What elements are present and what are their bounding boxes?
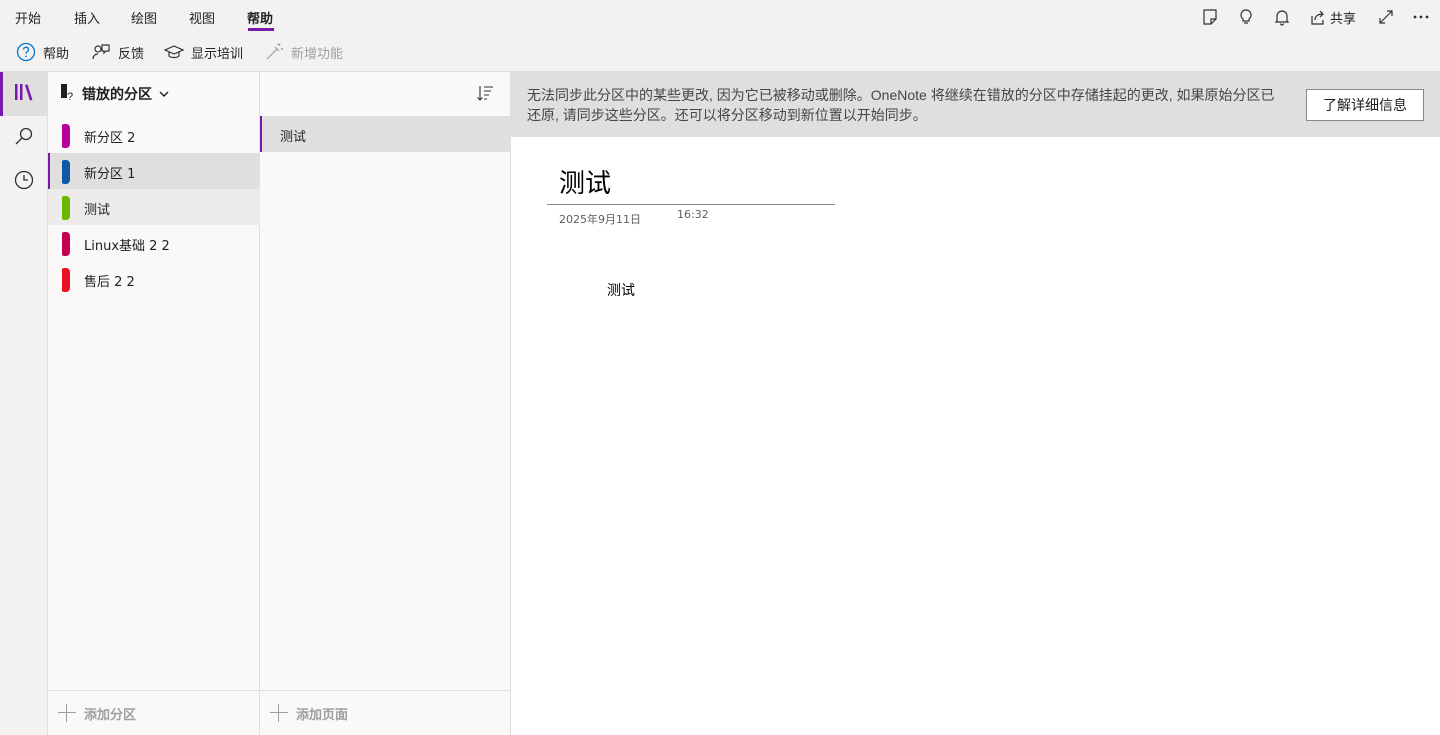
section-label: 新分区 1 xyxy=(84,167,136,182)
section-item[interactable]: 新分区 1 xyxy=(48,153,260,189)
sticky-notes-icon[interactable] xyxy=(1198,5,1222,29)
chevron-down-icon xyxy=(158,88,170,100)
tab-view[interactable]: 视图 xyxy=(189,8,215,27)
add-section-button[interactable]: 添加分区 xyxy=(48,690,259,735)
navigation-rail xyxy=(0,72,48,735)
section-color-tab xyxy=(62,160,70,184)
add-section-label: 添加分区 xyxy=(84,707,137,723)
recent-notes-button[interactable] xyxy=(0,160,48,204)
help-circle-icon xyxy=(15,41,37,63)
page-label: 测试 xyxy=(280,130,307,145)
ribbon-command-bar: 帮助 反馈 显示培训 新增功能 xyxy=(0,34,1440,72)
add-page-button[interactable]: 添加页面 xyxy=(260,690,510,735)
share-button-label[interactable]: 共享 xyxy=(1330,8,1356,27)
section-label: Linux基础 2 2 xyxy=(84,239,170,254)
magic-wand-icon xyxy=(263,41,285,63)
title-divider xyxy=(547,204,835,205)
training-label: 显示培训 xyxy=(191,46,244,62)
note-text[interactable]: 测试 xyxy=(607,280,635,300)
feedback-label: 反馈 xyxy=(118,46,145,62)
page-list-pane: 测试 添加页面 xyxy=(260,72,511,735)
notebook-title: 错放的分区 xyxy=(82,87,152,103)
notebooks-button[interactable] xyxy=(0,72,48,116)
lightbulb-icon[interactable] xyxy=(1234,5,1258,29)
section-label: 测试 xyxy=(84,203,111,218)
share-icon[interactable] xyxy=(1306,5,1330,29)
plus-icon xyxy=(58,704,76,722)
section-list-pane: ? 错放的分区 新分区 2 新分区 1 测试 Linux基础 2 2 售后 2 … xyxy=(48,72,260,735)
page-canvas[interactable]: 测试 2025年9月11日 16:32 测试 xyxy=(511,137,1440,735)
plus-icon xyxy=(270,704,288,722)
page-time: 16:32 xyxy=(677,208,709,221)
sort-icon xyxy=(476,84,494,106)
sort-button[interactable] xyxy=(474,84,496,106)
learn-more-button[interactable]: 了解详细信息 xyxy=(1306,89,1424,121)
section-item[interactable]: 售后 2 2 xyxy=(48,261,260,297)
tab-home[interactable]: 开始 xyxy=(15,8,41,27)
notebooks-icon xyxy=(14,83,34,105)
notebook-picker[interactable]: ? 错放的分区 xyxy=(48,72,260,116)
graduation-cap-icon xyxy=(163,41,185,63)
page-title[interactable]: 测试 xyxy=(559,163,611,200)
section-label: 新分区 2 xyxy=(84,131,136,146)
sync-warning-message: 无法同步此分区中的某些更改, 因为它已被移动或删除。OneNote 将继续在错放… xyxy=(527,87,1275,123)
section-item[interactable]: Linux基础 2 2 xyxy=(48,225,260,261)
section-color-tab xyxy=(62,196,70,220)
page-item[interactable]: 测试 xyxy=(260,116,510,152)
active-tab-indicator xyxy=(248,28,274,31)
svg-text:?: ? xyxy=(67,91,73,101)
bell-icon[interactable] xyxy=(1270,5,1294,29)
section-color-tab xyxy=(62,232,70,256)
page-date: 2025年9月11日 xyxy=(559,213,641,226)
help-label: 帮助 xyxy=(43,46,70,62)
sync-warning-bar: 无法同步此分区中的某些更改, 因为它已被移动或删除。OneNote 将继续在错放… xyxy=(511,72,1440,137)
section-color-tab xyxy=(62,124,70,148)
more-options-icon[interactable] xyxy=(1409,5,1433,29)
misplaced-notebook-icon: ? xyxy=(60,83,76,105)
tab-insert[interactable]: 插入 xyxy=(74,8,100,27)
whats-new-label: 新增功能 xyxy=(291,46,344,62)
feedback-button[interactable]: 反馈 xyxy=(90,40,144,64)
add-page-label: 添加页面 xyxy=(296,707,349,723)
section-label: 售后 2 2 xyxy=(84,275,135,290)
feedback-icon xyxy=(90,41,112,63)
section-color-tab xyxy=(62,268,70,292)
show-training-button[interactable]: 显示培训 xyxy=(163,40,243,64)
section-item[interactable]: 测试 xyxy=(48,189,260,225)
tab-draw[interactable]: 绘图 xyxy=(131,8,157,27)
ribbon-tab-bar: 开始 插入 绘图 视图 帮助 共享 xyxy=(0,0,1440,34)
whats-new-button[interactable]: 新增功能 xyxy=(263,40,343,64)
help-button[interactable]: 帮助 xyxy=(15,40,69,64)
clock-icon xyxy=(14,170,34,194)
tab-help[interactable]: 帮助 xyxy=(247,8,273,27)
expand-icon[interactable] xyxy=(1374,5,1398,29)
section-item[interactable]: 新分区 2 xyxy=(48,117,260,153)
search-icon xyxy=(14,126,34,150)
search-button[interactable] xyxy=(0,116,48,160)
